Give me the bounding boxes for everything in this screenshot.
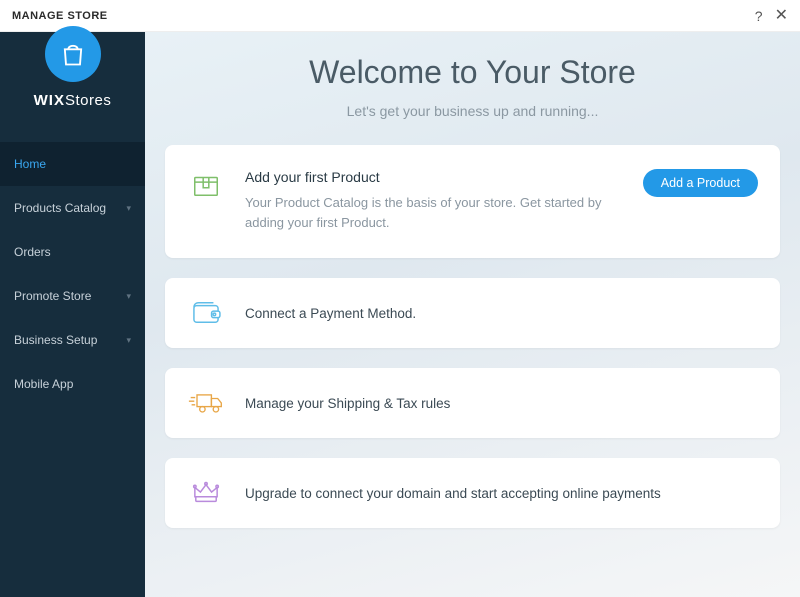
sidebar-item-business-setup[interactable]: Business Setup ▾: [0, 318, 145, 362]
page-title: Welcome to Your Store: [165, 54, 780, 91]
sidebar-item-orders[interactable]: Orders: [0, 230, 145, 274]
onboarding-card-upgrade[interactable]: Upgrade to connect your domain and start…: [165, 458, 780, 528]
sidebar-item-label: Mobile App: [14, 377, 73, 391]
sidebar-item-label: Promote Store: [14, 289, 91, 303]
close-icon[interactable]: ✕: [775, 8, 788, 24]
box-icon: [183, 169, 229, 199]
page-subtitle: Let's get your business up and running..…: [165, 103, 780, 119]
truck-icon: [183, 390, 229, 416]
chevron-down-icon: ▾: [126, 203, 131, 214]
card-title: Add your first Product: [245, 169, 627, 185]
wallet-icon: [183, 300, 229, 326]
card-text: Upgrade to connect your domain and start…: [245, 486, 661, 501]
sidebar-item-mobile-app[interactable]: Mobile App: [0, 362, 145, 406]
sidebar-item-home[interactable]: Home: [0, 142, 145, 186]
brand-name: WIXStores: [34, 92, 112, 109]
help-icon[interactable]: ?: [755, 9, 763, 23]
main-content: Welcome to Your Store Let's get your bus…: [145, 32, 800, 597]
card-body: Add your first Product Your Product Cata…: [245, 169, 627, 232]
chevron-down-icon: ▾: [126, 335, 131, 346]
add-product-button[interactable]: Add a Product: [643, 169, 758, 197]
window-header: MANAGE STORE ? ✕: [0, 0, 800, 32]
card-text: Connect a Payment Method.: [245, 306, 416, 321]
onboarding-card-payment[interactable]: Connect a Payment Method.: [165, 278, 780, 348]
onboarding-card-add-product: Add your first Product Your Product Cata…: [165, 145, 780, 258]
sidebar: WIXStores Home Products Catalog ▾ Orders…: [0, 32, 145, 597]
crown-icon: [183, 480, 229, 506]
brand-name-thin: Stores: [65, 92, 111, 109]
sidebar-item-products-catalog[interactable]: Products Catalog ▾: [0, 186, 145, 230]
window-title: MANAGE STORE: [12, 10, 108, 22]
card-description: Your Product Catalog is the basis of you…: [245, 193, 627, 232]
card-text: Manage your Shipping & Tax rules: [245, 396, 450, 411]
brand: WIXStores: [0, 32, 145, 132]
brand-name-bold: WIX: [34, 92, 65, 109]
sidebar-item-label: Products Catalog: [14, 201, 106, 215]
sidebar-item-label: Business Setup: [14, 333, 97, 347]
sidebar-item-promote-store[interactable]: Promote Store ▾: [0, 274, 145, 318]
chevron-down-icon: ▾: [126, 291, 131, 302]
app-body: WIXStores Home Products Catalog ▾ Orders…: [0, 32, 800, 597]
sidebar-item-label: Orders: [14, 245, 51, 259]
shopping-bag-icon: [45, 26, 101, 82]
sidebar-nav: Home Products Catalog ▾ Orders Promote S…: [0, 142, 145, 406]
onboarding-card-shipping[interactable]: Manage your Shipping & Tax rules: [165, 368, 780, 438]
sidebar-item-label: Home: [14, 157, 46, 171]
